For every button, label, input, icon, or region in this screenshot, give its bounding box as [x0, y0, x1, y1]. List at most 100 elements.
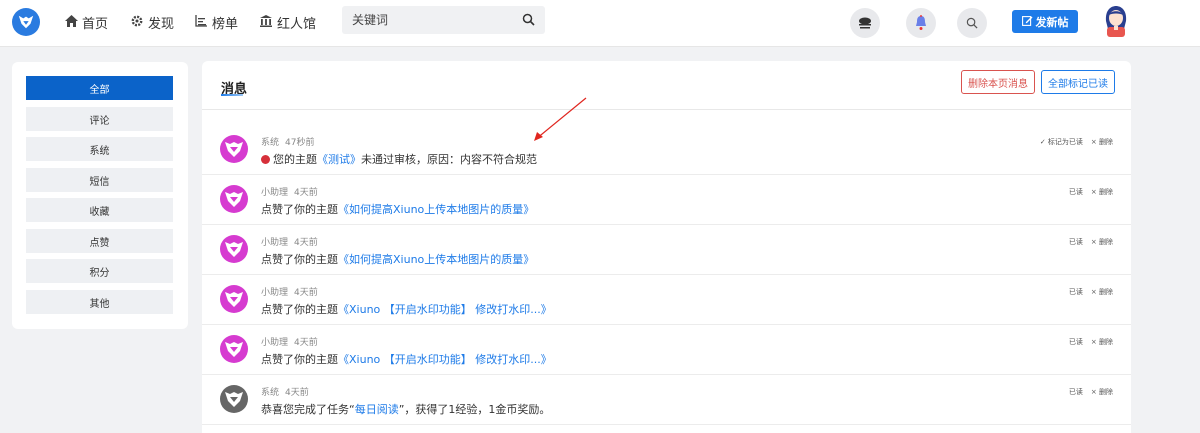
nav-hall[interactable]: 红人馆	[259, 12, 316, 32]
nav-hall-label: 红人馆	[277, 16, 317, 32]
delete-message-button[interactable]: × 删除	[1091, 387, 1113, 397]
message-meta: 小助理 4天前	[261, 235, 318, 248]
message-actions: 已读 × 删除	[1069, 387, 1113, 397]
message-item: 小助理 4天前 点赞了你的主题《Xiuno 【开启水印功能】 修改打水印...》 …	[202, 275, 1131, 325]
filter-points[interactable]: 积分	[26, 259, 173, 283]
delete-message-button[interactable]: × 删除	[1091, 287, 1113, 297]
message-prefix: 恭喜您完成了任务“	[261, 403, 355, 416]
theme-toggle-button[interactable]	[850, 8, 880, 38]
message-meta: 小助理 4天前	[261, 285, 318, 298]
message-filter-sidebar: 全部 评论 系统 短信 收藏 点赞 积分 其他	[12, 62, 188, 329]
message-time: 4天前	[294, 188, 318, 198]
filter-favorites[interactable]: 收藏	[26, 198, 173, 222]
message-task-link[interactable]: 每日阅读	[355, 403, 399, 416]
message-body: 您的主题《测试》未通过审核，原因：内容不符合规范	[261, 151, 537, 167]
edit-icon	[1021, 15, 1033, 29]
system-avatar	[220, 135, 248, 163]
filter-likes[interactable]: 点赞	[26, 229, 173, 253]
message-sender: 小助理	[261, 338, 289, 348]
search-icon[interactable]	[522, 13, 536, 27]
nav-home-label: 首页	[82, 16, 109, 32]
mark-read-button[interactable]: ✓ 标记为已读	[1040, 137, 1083, 147]
message-prefix: 点赞了你的主题	[261, 303, 338, 316]
message-suffix: ”，获得了1经验，1金币奖励。	[398, 403, 551, 416]
new-post-label: 发新帖	[1035, 15, 1069, 29]
title-underline	[221, 94, 243, 96]
home-icon	[64, 14, 78, 30]
assistant-avatar	[220, 235, 248, 263]
message-body: 点赞了你的主题《Xiuno 【开启水印功能】 修改打水印...》	[261, 351, 552, 367]
message-time: 4天前	[294, 238, 318, 248]
site-logo[interactable]	[12, 8, 40, 36]
message-sender: 小助理	[261, 188, 289, 198]
filter-sms[interactable]: 短信	[26, 168, 173, 192]
notification-button[interactable]	[906, 8, 936, 38]
message-meta: 小助理 4天前	[261, 185, 318, 198]
message-meta: 系统 47秒前	[261, 135, 314, 148]
mark-all-read-button[interactable]: 全部标记已读	[1041, 70, 1115, 94]
nav-home[interactable]: 首页	[64, 12, 108, 32]
message-sender: 小助理	[261, 288, 289, 298]
filter-comments[interactable]: 评论	[26, 107, 173, 131]
read-status: 已读	[1068, 238, 1083, 246]
read-status: 已读	[1068, 338, 1083, 346]
delete-message-button[interactable]: × 删除	[1091, 237, 1113, 247]
message-topic-link[interactable]: 《Xiuno 【开启水印功能】 修改打水印...》	[338, 303, 552, 316]
message-time: 4天前	[285, 388, 309, 398]
message-prefix: 点赞了你的主题	[261, 203, 338, 216]
message-actions: 已读 × 删除	[1069, 287, 1113, 297]
assistant-avatar	[220, 335, 248, 363]
nav-discover[interactable]: 发现	[130, 12, 174, 32]
message-sender: 系统	[261, 138, 280, 148]
message-sender: 系统	[261, 388, 280, 398]
delete-message-button[interactable]: × 删除	[1091, 137, 1113, 147]
message-meta: 小助理 4天前	[261, 335, 318, 348]
message-prefix: 点赞了你的主题	[261, 253, 338, 266]
message-actions: ✓ 标记为已读 × 删除	[1040, 137, 1113, 147]
filter-all[interactable]: 全部	[26, 76, 173, 100]
search-toggle-button[interactable]	[957, 8, 987, 38]
message-time: 47秒前	[285, 138, 315, 148]
filter-other[interactable]: 其他	[26, 290, 173, 314]
message-prefix: 点赞了你的主题	[261, 353, 338, 366]
search-input[interactable]	[342, 6, 512, 34]
building-icon	[259, 14, 273, 30]
message-topic-link[interactable]: 《Xiuno 【开启水印功能】 修改打水印...》	[338, 353, 552, 366]
message-body: 点赞了你的主题《如何提高Xiuno上传本地图片的质量》	[261, 201, 534, 217]
message-sender: 小助理	[261, 238, 289, 248]
delete-page-messages-button[interactable]: 删除本页消息	[961, 70, 1035, 94]
message-prefix: 您的主题	[273, 153, 317, 166]
message-item: 小助理 4天前 点赞了你的主题《如何提高Xiuno上传本地图片的质量》 已读 × 删…	[202, 225, 1131, 275]
search-box	[342, 6, 545, 34]
message-time: 4天前	[294, 288, 318, 298]
message-topic-link[interactable]: 《如何提高Xiuno上传本地图片的质量》	[338, 253, 534, 266]
message-topic-link[interactable]: 《测试》	[317, 153, 361, 166]
messages-panel: 消息 删除本页消息 全部标记已读 系统 47秒前 您的主题《测试》未通过审核，原因…	[202, 61, 1131, 433]
message-item: 小助理 4天前 点赞了你的主题《如何提高Xiuno上传本地图片的质量》 已读 × 删…	[202, 175, 1131, 225]
search-icon	[966, 17, 978, 29]
message-body: 恭喜您完成了任务“每日阅读”，获得了1经验，1金币奖励。	[261, 401, 550, 417]
nav-ranking-label: 榜单	[212, 16, 239, 32]
delete-message-button[interactable]: × 删除	[1091, 187, 1113, 197]
logo-icon	[18, 15, 34, 29]
delete-message-button[interactable]: × 删除	[1091, 337, 1113, 347]
user-avatar[interactable]	[1103, 5, 1129, 37]
nav-ranking[interactable]: 榜单	[194, 12, 238, 32]
read-status: 已读	[1068, 288, 1083, 296]
message-topic-link[interactable]: 《如何提高Xiuno上传本地图片的质量》	[338, 203, 534, 216]
message-body: 点赞了你的主题《如何提高Xiuno上传本地图片的质量》	[261, 251, 534, 267]
new-post-button[interactable]: 发新帖	[1012, 10, 1078, 33]
message-time: 4天前	[294, 338, 318, 348]
message-meta: 系统 4天前	[261, 385, 309, 398]
gear-icon	[130, 15, 144, 30]
message-actions: 已读 × 删除	[1069, 187, 1113, 197]
read-status: 已读	[1068, 188, 1083, 196]
annotation-arrow-icon	[534, 97, 587, 141]
filter-system[interactable]: 系统	[26, 137, 173, 161]
cloud-icon	[859, 17, 871, 29]
message-body: 点赞了你的主题《Xiuno 【开启水印功能】 修改打水印...》	[261, 301, 552, 317]
system-avatar	[220, 385, 248, 413]
top-navbar: 首页 发现 榜单 红人馆 发新帖	[0, 0, 1200, 47]
unread-dot	[261, 155, 270, 164]
message-item: 系统 47秒前 您的主题《测试》未通过审核，原因：内容不符合规范 ✓ 标记为已读 ×…	[202, 125, 1131, 175]
